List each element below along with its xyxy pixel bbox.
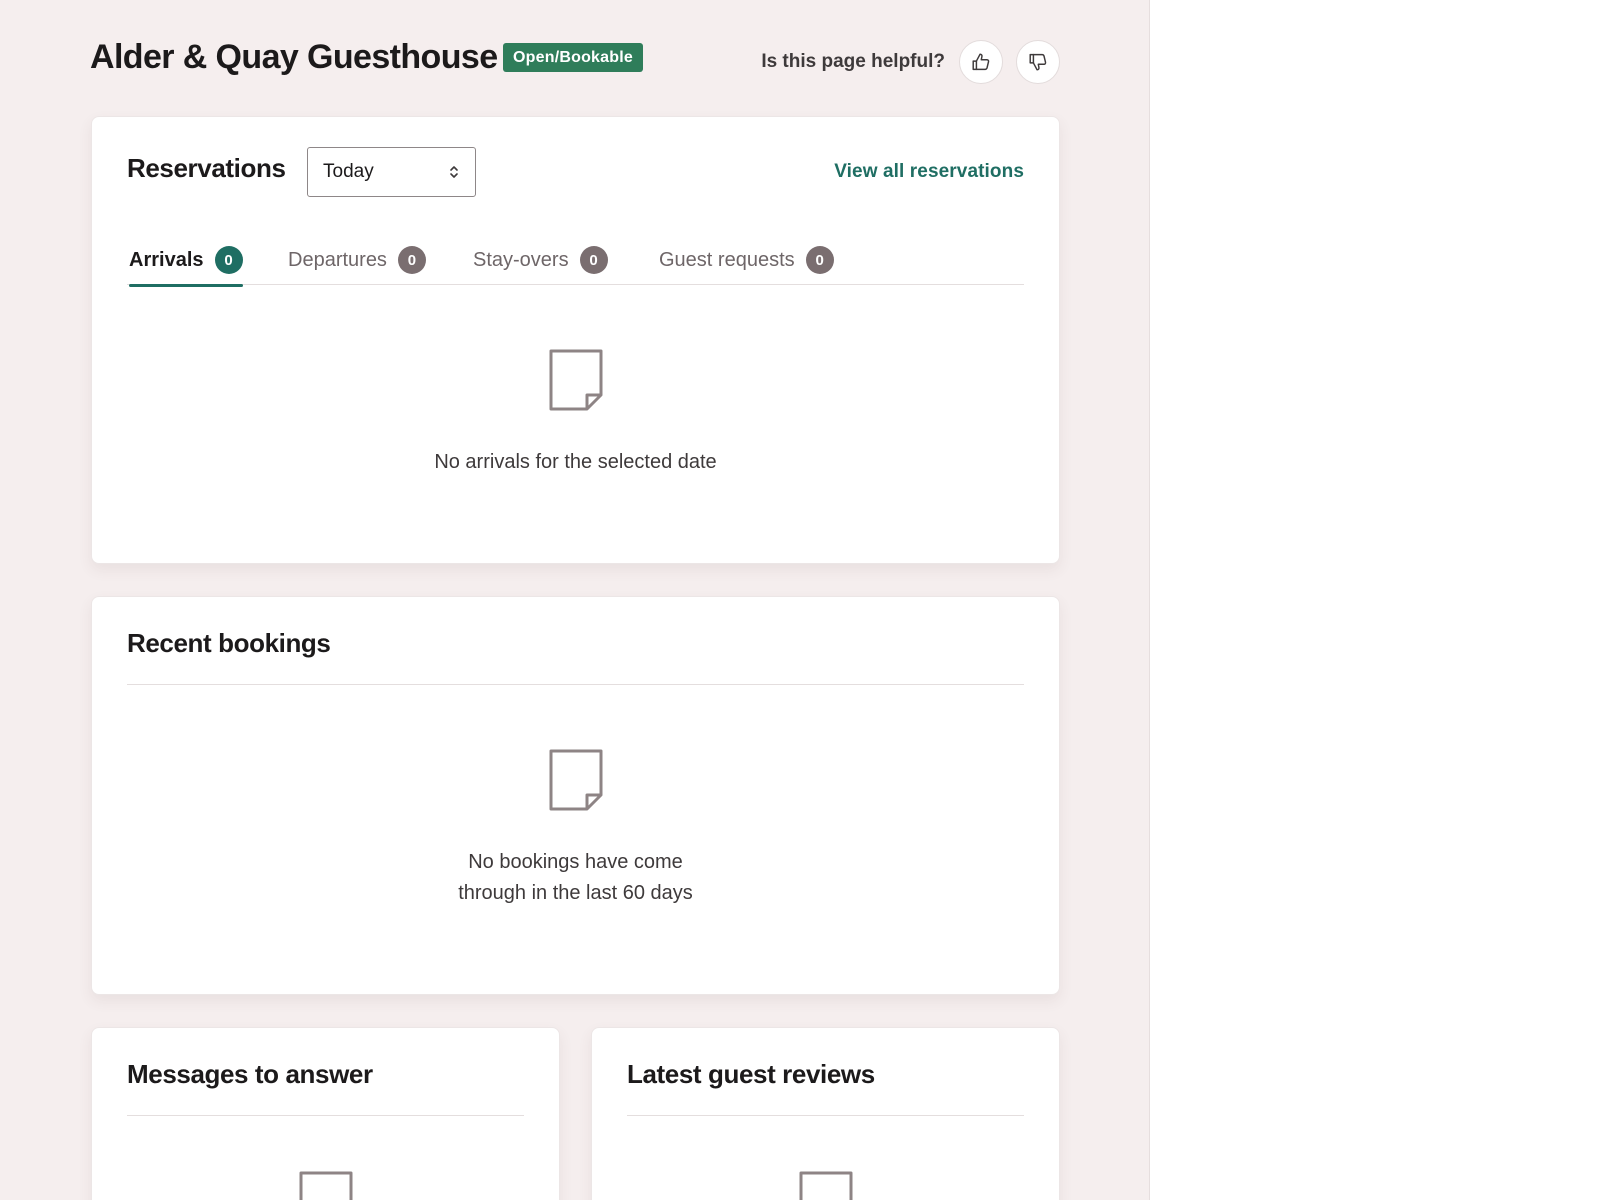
guest-reviews-title: Latest guest reviews — [627, 1059, 875, 1089]
reservation-tabs: Arrivals 0 Departures 0 Stay-overs 0 Gue… — [127, 235, 1024, 287]
arrivals-empty-state: No arrivals for the selected date — [92, 349, 1059, 478]
tab-label: Departures — [288, 248, 387, 271]
tab-departures[interactable]: Departures 0 — [288, 235, 426, 285]
recent-bookings-title: Recent bookings — [127, 628, 331, 658]
thumbs-down-icon — [1029, 53, 1047, 71]
arrivals-empty-message: No arrivals for the selected date — [434, 451, 717, 473]
main-content: Alder & Quay Guesthouse Open/Bookable Is… — [0, 0, 1150, 1200]
divider — [127, 684, 1024, 685]
page-title: Alder & Quay Guesthouse — [90, 38, 498, 76]
bookings-empty-message: No bookings have come through in the las… — [458, 847, 693, 909]
tab-guest-requests[interactable]: Guest requests 0 — [659, 235, 834, 285]
tab-stay-overs[interactable]: Stay-overs 0 — [473, 235, 608, 285]
thumbs-down-button[interactable] — [1016, 40, 1060, 84]
document-icon — [299, 1171, 352, 1200]
bookings-empty-line-2: through in the last 60 days — [458, 882, 693, 904]
bookings-empty-line-1: No bookings have come — [468, 851, 683, 873]
feedback-widget: Is this page helpful? — [761, 40, 1060, 84]
reservations-card: Reservations Today View all reservations… — [91, 116, 1060, 564]
chevron-updown-icon — [450, 166, 458, 178]
recent-bookings-card: Recent bookings No bookings have come th… — [91, 596, 1060, 995]
messages-card: Messages to answer — [91, 1027, 560, 1200]
document-icon — [549, 349, 602, 411]
messages-empty-state — [92, 1171, 559, 1200]
reviews-empty-state — [592, 1171, 1059, 1200]
tab-count-badge: 0 — [397, 246, 426, 274]
guest-reviews-card: Latest guest reviews — [591, 1027, 1060, 1200]
tab-label: Stay-overs — [473, 248, 569, 271]
status-badge: Open/Bookable — [503, 43, 643, 72]
helpful-label: Is this page helpful? — [761, 51, 945, 72]
reservations-title: Reservations — [127, 153, 286, 183]
date-select[interactable]: Today — [307, 147, 476, 197]
tab-count-badge: 0 — [579, 246, 608, 274]
thumbs-up-icon — [972, 53, 990, 71]
document-icon — [549, 749, 602, 811]
page-header: Alder & Quay Guesthouse Open/Bookable Is… — [90, 34, 1060, 94]
messages-title: Messages to answer — [127, 1059, 373, 1089]
tab-arrivals[interactable]: Arrivals 0 — [129, 235, 243, 287]
divider — [627, 1115, 1024, 1116]
tab-label: Guest requests — [659, 248, 795, 271]
tab-label: Arrivals — [129, 248, 204, 271]
view-all-reservations-link[interactable]: View all reservations — [834, 161, 1024, 183]
tab-count-badge: 0 — [214, 246, 243, 274]
divider — [127, 1115, 524, 1116]
right-panel — [1151, 0, 1600, 1200]
date-select-value: Today — [323, 161, 374, 182]
document-icon — [799, 1171, 852, 1200]
tab-count-badge: 0 — [805, 246, 834, 274]
thumbs-up-button[interactable] — [959, 40, 1003, 84]
bookings-empty-state: No bookings have come through in the las… — [92, 749, 1059, 909]
